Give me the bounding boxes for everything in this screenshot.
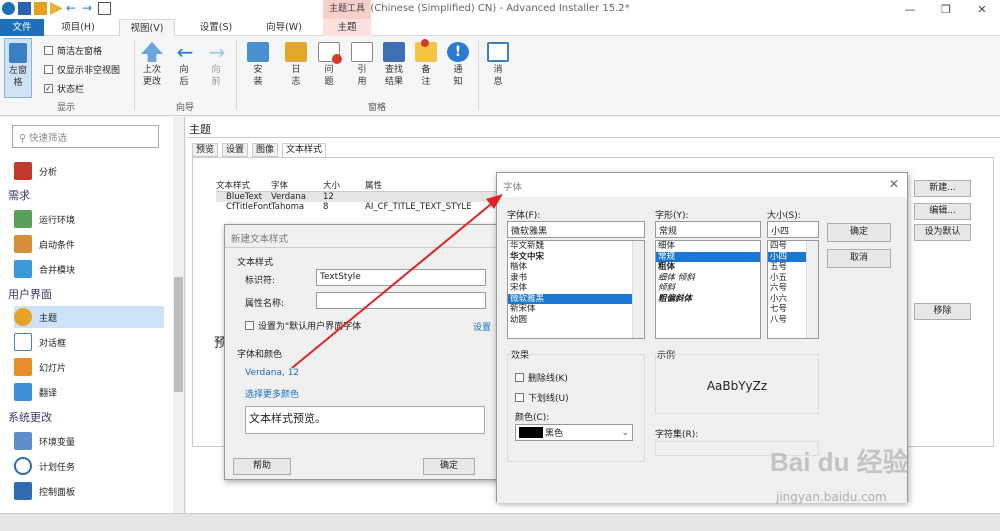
watermark-brand: Bai du 经验	[770, 447, 909, 477]
status-bar	[0, 513, 1000, 531]
watermark-url: jingyan.baidu.com	[776, 490, 887, 504]
